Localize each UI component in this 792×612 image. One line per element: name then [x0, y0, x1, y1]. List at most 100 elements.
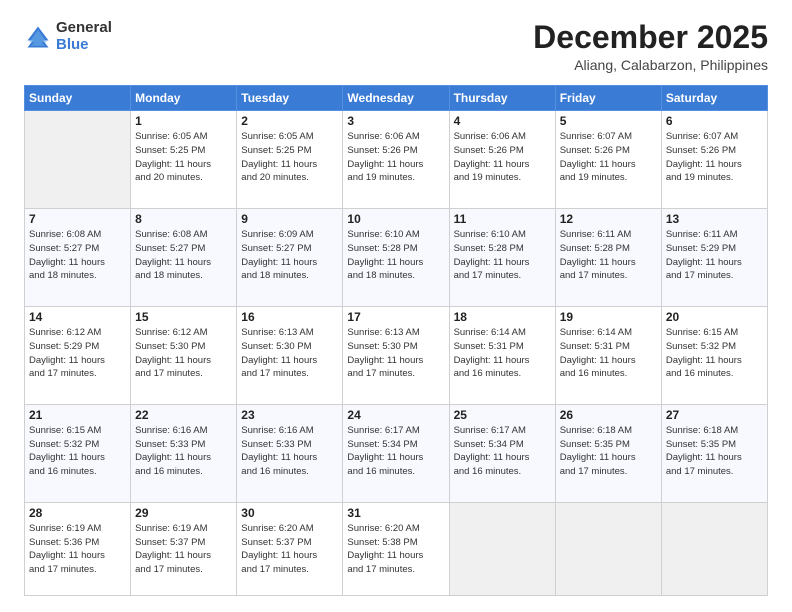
day-info: Sunrise: 6:11 AMSunset: 5:28 PMDaylight:…: [560, 228, 657, 283]
calendar-cell: 5 Sunrise: 6:07 AMSunset: 5:26 PMDaylight…: [555, 111, 661, 209]
day-number: 31: [347, 506, 444, 520]
day-number: 12: [560, 212, 657, 226]
day-number: 4: [454, 114, 551, 128]
calendar-week-row: 28Sunrise: 6:19 AMSunset: 5:36 PMDayligh…: [25, 502, 768, 595]
day-info: Sunrise: 6:16 AMSunset: 5:33 PMDaylight:…: [241, 424, 338, 479]
logo-general-label: General: [56, 20, 112, 37]
day-number: 23: [241, 408, 338, 422]
calendar-cell: 1 Sunrise: 6:05 AMSunset: 5:25 PMDaylight…: [131, 111, 237, 209]
calendar-cell: 2Sunrise: 6:05 AMSunset: 5:25 PMDaylight…: [237, 111, 343, 209]
day-number: 5: [560, 114, 657, 128]
calendar-cell: 13 Sunrise: 6:11 AMSunset: 5:29 PMDayligh…: [661, 209, 767, 307]
weekday-header-saturday: Saturday: [661, 86, 767, 111]
day-number: 22: [135, 408, 232, 422]
calendar-week-row: 7 Sunrise: 6:08 AMSunset: 5:27 PMDaylight…: [25, 209, 768, 307]
logo-text: General Blue: [56, 20, 112, 53]
weekday-header-monday: Monday: [131, 86, 237, 111]
logo-icon: [24, 23, 52, 51]
day-info: Sunrise: 6:17 AMSunset: 5:34 PMDaylight:…: [454, 424, 551, 479]
calendar-cell: 30 Sunrise: 6:20 AMSunset: 5:37 PMDayligh…: [237, 502, 343, 595]
calendar-cell: 31 Sunrise: 6:20 AMSunset: 5:38 PMDayligh…: [343, 502, 449, 595]
calendar-cell: [661, 502, 767, 595]
day-info: Sunrise: 6:05 AMSunset: 5:25 PMDaylight:…: [135, 130, 232, 185]
day-info: Sunrise: 6:07 AMSunset: 5:26 PMDaylight:…: [560, 130, 657, 185]
day-number: 30: [241, 506, 338, 520]
calendar-cell: 21 Sunrise: 6:15 AMSunset: 5:32 PMDayligh…: [25, 404, 131, 502]
weekday-header-sunday: Sunday: [25, 86, 131, 111]
calendar-cell: 18 Sunrise: 6:14 AMSunset: 5:31 PMDayligh…: [449, 306, 555, 404]
day-info: Sunrise: 6:18 AMSunset: 5:35 PMDaylight:…: [560, 424, 657, 479]
logo-blue-label: Blue: [56, 37, 112, 54]
day-number: 29: [135, 506, 232, 520]
calendar-cell: 9 Sunrise: 6:09 AMSunset: 5:27 PMDaylight…: [237, 209, 343, 307]
day-info: Sunrise: 6:20 AMSunset: 5:38 PMDaylight:…: [347, 522, 444, 577]
calendar-cell: 25 Sunrise: 6:17 AMSunset: 5:34 PMDayligh…: [449, 404, 555, 502]
weekday-header-wednesday: Wednesday: [343, 86, 449, 111]
day-number: 25: [454, 408, 551, 422]
day-info: Sunrise: 6:07 AMSunset: 5:26 PMDaylight:…: [666, 130, 763, 185]
calendar-cell: 24 Sunrise: 6:17 AMSunset: 5:34 PMDayligh…: [343, 404, 449, 502]
page: General Blue December 2025 Aliang, Calab…: [0, 0, 792, 612]
day-info: Sunrise: 6:10 AMSunset: 5:28 PMDaylight:…: [454, 228, 551, 283]
day-info: Sunrise: 6:17 AMSunset: 5:34 PMDaylight:…: [347, 424, 444, 479]
day-info: Sunrise: 6:16 AMSunset: 5:33 PMDaylight:…: [135, 424, 232, 479]
calendar-cell: 17Sunrise: 6:13 AMSunset: 5:30 PMDayligh…: [343, 306, 449, 404]
calendar-week-row: 14Sunrise: 6:12 AMSunset: 5:29 PMDayligh…: [25, 306, 768, 404]
day-info: Sunrise: 6:15 AMSunset: 5:32 PMDaylight:…: [666, 326, 763, 381]
day-info: Sunrise: 6:12 AMSunset: 5:30 PMDaylight:…: [135, 326, 232, 381]
day-number: 18: [454, 310, 551, 324]
day-info: Sunrise: 6:09 AMSunset: 5:27 PMDaylight:…: [241, 228, 338, 283]
calendar-cell: 8Sunrise: 6:08 AMSunset: 5:27 PMDaylight…: [131, 209, 237, 307]
day-number: 14: [29, 310, 126, 324]
day-info: Sunrise: 6:11 AMSunset: 5:29 PMDaylight:…: [666, 228, 763, 283]
calendar-cell: 23 Sunrise: 6:16 AMSunset: 5:33 PMDayligh…: [237, 404, 343, 502]
header: General Blue December 2025 Aliang, Calab…: [24, 20, 768, 73]
day-info: Sunrise: 6:10 AMSunset: 5:28 PMDaylight:…: [347, 228, 444, 283]
day-number: 19: [560, 310, 657, 324]
day-number: 8: [135, 212, 232, 226]
day-number: 28: [29, 506, 126, 520]
day-number: 16: [241, 310, 338, 324]
calendar-cell: 4 Sunrise: 6:06 AMSunset: 5:26 PMDaylight…: [449, 111, 555, 209]
day-number: 15: [135, 310, 232, 324]
calendar-cell: 10 Sunrise: 6:10 AMSunset: 5:28 PMDayligh…: [343, 209, 449, 307]
calendar-cell: 15 Sunrise: 6:12 AMSunset: 5:30 PMDayligh…: [131, 306, 237, 404]
day-number: 1: [135, 114, 232, 128]
day-number: 20: [666, 310, 763, 324]
day-info: Sunrise: 6:15 AMSunset: 5:32 PMDaylight:…: [29, 424, 126, 479]
logo: General Blue: [24, 20, 112, 53]
day-number: 21: [29, 408, 126, 422]
day-info: Sunrise: 6:08 AMSunset: 5:27 PMDaylight:…: [29, 228, 126, 283]
calendar-cell: [449, 502, 555, 595]
subtitle: Aliang, Calabarzon, Philippines: [533, 57, 768, 73]
day-number: 3: [347, 114, 444, 128]
day-number: 24: [347, 408, 444, 422]
weekday-header-tuesday: Tuesday: [237, 86, 343, 111]
day-number: 6: [666, 114, 763, 128]
weekday-header-friday: Friday: [555, 86, 661, 111]
calendar-cell: [25, 111, 131, 209]
day-number: 10: [347, 212, 444, 226]
calendar-table: SundayMondayTuesdayWednesdayThursdayFrid…: [24, 85, 768, 596]
day-number: 9: [241, 212, 338, 226]
calendar-cell: 28Sunrise: 6:19 AMSunset: 5:36 PMDayligh…: [25, 502, 131, 595]
calendar-cell: [555, 502, 661, 595]
day-info: Sunrise: 6:20 AMSunset: 5:37 PMDaylight:…: [241, 522, 338, 577]
weekday-header-row: SundayMondayTuesdayWednesdayThursdayFrid…: [25, 86, 768, 111]
day-number: 26: [560, 408, 657, 422]
calendar-week-row: 1 Sunrise: 6:05 AMSunset: 5:25 PMDaylight…: [25, 111, 768, 209]
calendar-cell: 20 Sunrise: 6:15 AMSunset: 5:32 PMDayligh…: [661, 306, 767, 404]
day-number: 7: [29, 212, 126, 226]
calendar-cell: 26 Sunrise: 6:18 AMSunset: 5:35 PMDayligh…: [555, 404, 661, 502]
day-info: Sunrise: 6:18 AMSunset: 5:35 PMDaylight:…: [666, 424, 763, 479]
calendar-cell: 16 Sunrise: 6:13 AMSunset: 5:30 PMDayligh…: [237, 306, 343, 404]
day-number: 27: [666, 408, 763, 422]
day-info: Sunrise: 6:14 AMSunset: 5:31 PMDaylight:…: [560, 326, 657, 381]
day-info: Sunrise: 6:14 AMSunset: 5:31 PMDaylight:…: [454, 326, 551, 381]
calendar-cell: 12 Sunrise: 6:11 AMSunset: 5:28 PMDayligh…: [555, 209, 661, 307]
day-info: Sunrise: 6:19 AMSunset: 5:37 PMDaylight:…: [135, 522, 232, 577]
day-number: 13: [666, 212, 763, 226]
day-info: Sunrise: 6:06 AMSunset: 5:26 PMDaylight:…: [454, 130, 551, 185]
calendar-cell: 22 Sunrise: 6:16 AMSunset: 5:33 PMDayligh…: [131, 404, 237, 502]
day-info: Sunrise: 6:13 AMSunset: 5:30 PMDaylight:…: [241, 326, 338, 381]
